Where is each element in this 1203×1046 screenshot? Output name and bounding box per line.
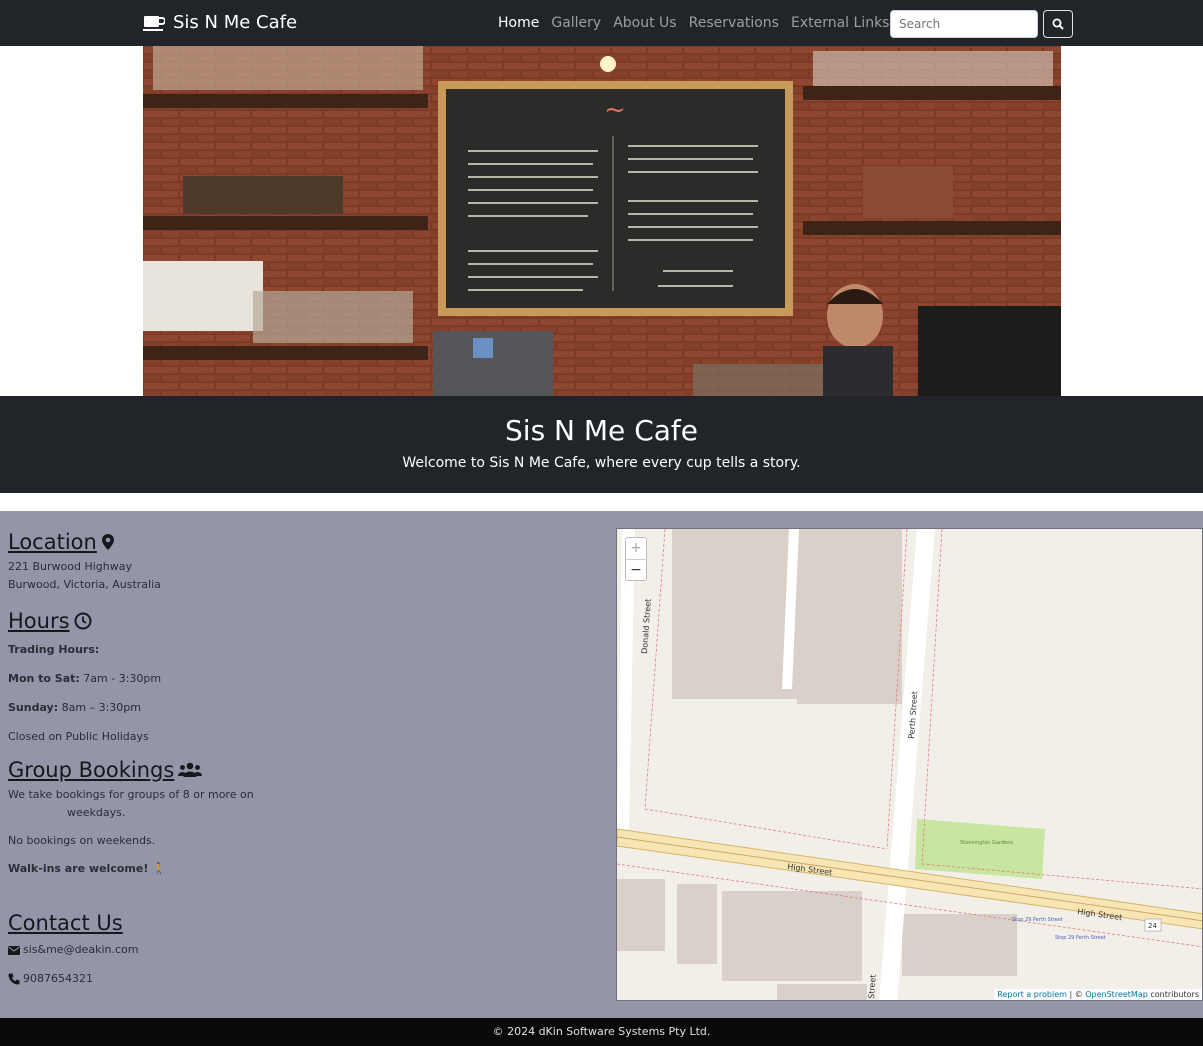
tram-stop-1: Stop 29 Perth Street [1012,917,1063,923]
map-widget[interactable]: Donald Street Perth Street High Street H… [616,528,1203,1001]
location-block: Location 221 Burwood Highway Burwood, Vi… [8,530,161,594]
contact-email-text: sis&me@deakin.com [23,943,139,956]
sunday-value: 8am – 3:30pm [58,701,141,714]
trading-hours-label: Trading Hours: [8,643,100,656]
footer-copyright: © 2024 dKin Software Systems Pty Ltd. [492,1025,711,1038]
group-bookings-line-2: weekdays. [67,806,126,819]
park-label: Stonnington Gardens [960,840,1013,846]
nav-reservations[interactable]: Reservations [689,15,779,31]
nav-links: Home Gallery About Us Reservations Exter… [498,15,915,31]
search-input[interactable] [890,10,1038,38]
hours-heading: Hours [8,609,161,633]
location-heading: Location [8,530,161,554]
hours-block: Hours Trading Hours: Mon to Sat: 7am - 3… [8,609,161,746]
map-attribution: Report a problem | © OpenStreetMap contr… [994,989,1202,1000]
street-label-donald: Donald Street [640,598,653,654]
contact-phone[interactable]: 9087654321 [8,970,138,988]
clock-icon [74,612,92,630]
group-bookings-heading: Group Bookings [8,758,254,782]
svg-text:~: ~ [604,95,626,125]
sunday-label: Sunday: [8,701,59,714]
hours-heading-text: Hours [8,609,70,633]
brand-link[interactable]: Sis N Me Cafe [143,12,297,33]
osm-link[interactable]: OpenStreetMap [1085,990,1148,999]
mon-sat-value: 7am - 3:30pm [79,672,162,685]
hours-sunday: Sunday: 8am – 3:30pm [8,699,161,717]
brand-name: Sis N Me Cafe [173,12,298,33]
report-problem-link[interactable]: Report a problem [997,990,1067,999]
hours-mon-sat: Mon to Sat: 7am - 3:30pm [8,670,161,688]
nav-home[interactable]: Home [498,15,539,31]
envelope-icon [8,945,20,955]
coffee-cup-icon [143,15,165,31]
contact-heading: Contact Us [8,911,123,935]
address-line-1: 221 Burwood Highway [8,560,132,573]
attribution-suffix: contributors [1147,990,1199,999]
hero-banner: Sis N Me Cafe Welcome to Sis N Me Cafe, … [0,396,1203,493]
contact-phone-text: 9087654321 [23,972,93,985]
group-bookings-line-1: We take bookings for groups of 8 or more… [8,788,254,801]
map-zoom-control: + − [625,537,647,581]
nav-external-links-label: External Links [790,15,890,31]
group-bookings-heading-text: Group Bookings [8,758,175,782]
address-line-2: Burwood, Victoria, Australia [8,578,161,591]
search-icon [1052,18,1064,30]
location-heading-text: Location [8,530,97,554]
contact-email[interactable]: sis&me@deakin.com [8,941,138,959]
nav-external-links-dropdown[interactable]: External Links [791,15,904,31]
nav-gallery[interactable]: Gallery [551,15,601,31]
search-button[interactable] [1043,10,1073,38]
walkins-note: Walk-ins are welcome! 🚶 [8,862,166,875]
navbar: Sis N Me Cafe Home Gallery About Us Rese… [0,0,1203,46]
route-badge: 24 [1148,922,1157,930]
no-weekend-bookings: No bookings on weekends. [8,834,156,847]
tram-stop-2: Stop 29 Perth Street [1055,935,1106,941]
phone-icon [8,973,20,985]
footer: © 2024 dKin Software Systems Pty Ltd. [0,1018,1203,1046]
users-icon [178,762,203,777]
map-pin-icon [101,534,114,550]
street-label-street: Street [867,974,878,999]
holidays-note: Closed on Public Holidays [8,730,149,743]
hero-image: ~ [143,46,1061,396]
hero-subtitle: Welcome to Sis N Me Cafe, where every cu… [402,455,801,471]
contact-block: Contact Us sis&me@deakin.com 9087654321 [8,911,138,988]
mon-sat-label: Mon to Sat: [8,672,80,685]
page-title: Sis N Me Cafe [505,414,698,447]
group-bookings-block: Group Bookings We take bookings for grou… [8,758,254,878]
nav-about-us[interactable]: About Us [613,15,676,31]
zoom-in-button[interactable]: + [626,538,646,560]
zoom-out-button[interactable]: − [626,560,646,582]
